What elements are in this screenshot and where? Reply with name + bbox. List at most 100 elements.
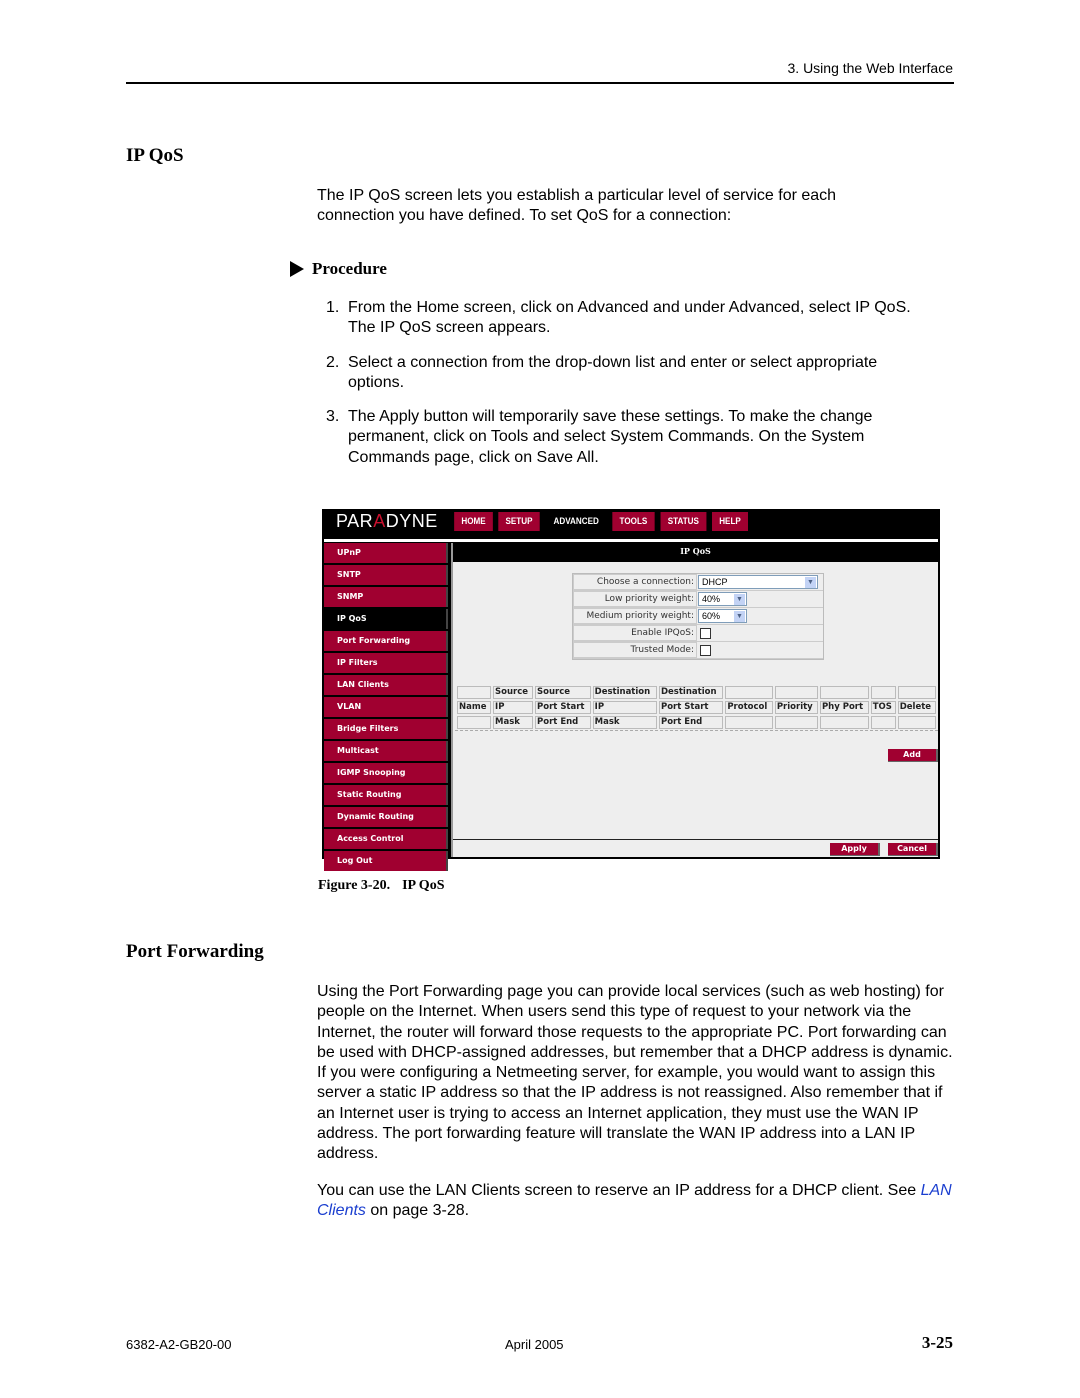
sidebar-item-static-routing[interactable]: Static Routing xyxy=(324,785,448,805)
chevron-down-icon: ▼ xyxy=(805,576,816,588)
table-header-cell: Mask xyxy=(493,716,534,729)
sidebar-item-ip-filters[interactable]: IP Filters xyxy=(324,653,448,673)
figure-title: IP QoS xyxy=(402,878,445,893)
sidebar-item-port-forwarding[interactable]: Port Forwarding xyxy=(324,631,448,651)
step-text: Select a connection from the drop-down l… xyxy=(348,353,878,391)
sidebar-item-vlan[interactable]: VLAN xyxy=(324,697,448,717)
qos-form: Choose a connection: DHCP ▼ Low priority … xyxy=(572,573,824,660)
page-number: 3-25 xyxy=(921,1333,953,1352)
connection-label: Choose a connection: xyxy=(573,574,697,590)
qos-rules-table: Source Source Destination Destination Na… xyxy=(455,684,938,731)
table-header-cell: Port Start xyxy=(658,701,724,714)
tab-help[interactable]: HELP xyxy=(711,512,748,531)
button-bar-divider xyxy=(453,839,938,840)
publication-date: April 2005 xyxy=(505,1337,564,1352)
apply-button[interactable]: Apply xyxy=(830,843,880,856)
section-title-port-forwarding: Port Forwarding xyxy=(126,941,264,962)
table-header-cell xyxy=(725,686,773,699)
tab-tools[interactable]: TOOLS xyxy=(612,512,655,531)
table-header-cell: Source xyxy=(493,686,534,699)
sidebar-item-snmp[interactable]: SNMP xyxy=(324,587,448,607)
sidebar-item-multicast[interactable]: Multicast xyxy=(324,741,448,761)
medium-priority-label: Medium priority weight: xyxy=(573,608,697,624)
cancel-button[interactable]: Cancel xyxy=(888,843,938,856)
tab-status[interactable]: STATUS xyxy=(660,512,707,531)
table-header-cell xyxy=(870,686,896,699)
form-row-trusted-mode: Trusted Mode: xyxy=(573,642,823,659)
connection-select[interactable]: DHCP ▼ xyxy=(698,575,818,589)
sidebar-item-log-out[interactable]: Log Out xyxy=(324,851,448,871)
medium-priority-value: 60% xyxy=(702,611,721,621)
table-header-cell: Delete xyxy=(897,701,936,714)
table-header-cell: Port End xyxy=(535,716,591,729)
table-header-cell: Name xyxy=(457,701,492,714)
tab-home[interactable]: HOME xyxy=(454,512,493,531)
table-header-cell: Phy Port xyxy=(819,701,869,714)
enable-ipqos-label: Enable IPQoS: xyxy=(573,625,697,641)
add-button[interactable]: Add xyxy=(888,749,938,762)
table-header-cell xyxy=(457,716,492,729)
medium-priority-select[interactable]: 60% ▼ xyxy=(698,609,747,623)
form-row-medium-priority: Medium priority weight: 60% ▼ xyxy=(573,608,823,625)
tab-advanced[interactable]: ADVANCED xyxy=(546,512,607,531)
table-header-row: Name IP Port Start IP Port Start Protoco… xyxy=(457,701,936,714)
table-header-cell: Port End xyxy=(658,716,724,729)
table-header-cell: Priority xyxy=(774,701,818,714)
lan-clients-paragraph: You can use the LAN Clients screen to re… xyxy=(317,1181,957,1222)
table-header-cell xyxy=(897,686,936,699)
chevron-down-icon: ▼ xyxy=(734,610,745,622)
sidebar-item-dynamic-routing[interactable]: Dynamic Routing xyxy=(324,807,448,827)
form-row-low-priority: Low priority weight: 40% ▼ xyxy=(573,591,823,608)
tab-setup[interactable]: SETUP xyxy=(498,512,540,531)
table-header-cell: Source xyxy=(535,686,591,699)
table-header-cell xyxy=(897,716,936,729)
table-header-row: Source Source Destination Destination xyxy=(457,686,936,699)
table-header-cell: IP xyxy=(592,701,657,714)
low-priority-select[interactable]: 40% ▼ xyxy=(698,592,747,606)
table-header-cell: Destination xyxy=(592,686,657,699)
step-text: The Apply button will temporarily save t… xyxy=(348,408,873,466)
step-number: 2. xyxy=(326,353,340,371)
table-header-cell xyxy=(870,716,896,729)
table-header-cell xyxy=(725,716,773,729)
table-header-cell xyxy=(774,716,818,729)
table-header-cell: IP xyxy=(493,701,534,714)
table-header-cell: Mask xyxy=(592,716,657,729)
header-rule xyxy=(126,82,954,84)
procedure-steps: 1. From the Home screen, click on Advance… xyxy=(326,298,936,482)
step: 1. From the Home screen, click on Advance… xyxy=(326,298,936,339)
form-row-enable-ipqos: Enable IPQoS: xyxy=(573,625,823,642)
table-divider xyxy=(455,730,938,731)
table-header-row: Mask Port End Mask Port End xyxy=(457,716,936,729)
triangle-bullet-icon xyxy=(290,261,304,277)
sidebar-item-igmp-snooping[interactable]: IGMP Snooping xyxy=(324,763,448,783)
sidebar-item-bridge-filters[interactable]: Bridge Filters xyxy=(324,719,448,739)
sidebar-item-ip-qos[interactable]: IP QoS xyxy=(324,609,448,629)
ip-qos-intro: The IP QoS screen lets you establish a p… xyxy=(317,187,837,225)
procedure-label: Procedure xyxy=(312,259,387,278)
figure-caption: Figure 3-20. IP QoS xyxy=(318,878,444,894)
running-head: 3. Using the Web Interface xyxy=(787,60,954,76)
procedure-heading: Procedure xyxy=(290,259,387,279)
trusted-mode-label: Trusted Mode: xyxy=(573,642,697,658)
paragraph-text: on page 3-28. xyxy=(365,1202,470,1220)
top-nav: HOME SETUP ADVANCED TOOLS STATUS HELP xyxy=(452,512,751,531)
sidebar-item-sntp[interactable]: SNTP xyxy=(324,565,448,585)
enable-ipqos-checkbox[interactable] xyxy=(700,627,711,639)
table-header-cell xyxy=(457,686,492,699)
table-header-cell xyxy=(774,686,818,699)
table-header-cell: TOS xyxy=(870,701,896,714)
table-header-cell: Protocol xyxy=(725,701,773,714)
sidebar-item-access-control[interactable]: Access Control xyxy=(324,829,448,849)
chevron-down-icon: ▼ xyxy=(734,593,745,605)
sidebar-item-lan-clients[interactable]: LAN Clients xyxy=(324,675,448,695)
sidebar-item-upnp[interactable]: UPnP xyxy=(324,543,448,563)
table-header-cell: Port Start xyxy=(535,701,591,714)
divider xyxy=(324,539,938,542)
step-number: 3. xyxy=(326,408,340,426)
section-title-ip-qos: IP QoS xyxy=(126,145,184,166)
trusted-mode-checkbox[interactable] xyxy=(700,644,711,656)
paragraph-text: You can use the LAN Clients screen to re… xyxy=(317,1182,921,1199)
low-priority-label: Low priority weight: xyxy=(573,591,697,607)
paradyne-logo: PARADYNE xyxy=(336,511,438,531)
